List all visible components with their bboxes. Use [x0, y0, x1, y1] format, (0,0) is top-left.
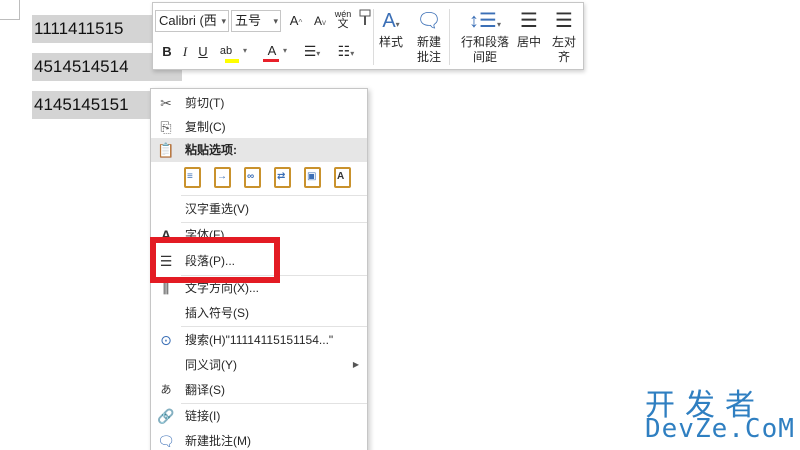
scissors-icon: ✂	[160, 95, 172, 111]
menu-item-label: 同义词(Y)	[185, 358, 237, 372]
menu-item-new-comment[interactable]: 🗨 新建批注(M)	[151, 429, 367, 450]
paste-keep-text-only-icon[interactable]: A	[331, 165, 355, 191]
search-icon: ⊙	[160, 332, 172, 348]
font-color-icon: A	[267, 43, 277, 58]
toolbar-divider	[449, 9, 450, 65]
italic-button[interactable]: I	[177, 42, 193, 64]
menu-item-label: 插入符号(S)	[185, 306, 249, 320]
align-left-label-2: 齐	[557, 50, 570, 64]
chevron-down-icon: ▾	[316, 49, 321, 58]
highlight-icon: ab	[219, 45, 233, 57]
styles-label: 样式	[378, 35, 403, 49]
align-left-label-1: 左对	[551, 35, 576, 49]
menu-item-translate[interactable]: あ 翻译(S)	[151, 378, 367, 402]
format-painter-icon[interactable]	[355, 9, 375, 31]
menu-item-label: 剪切(T)	[185, 96, 225, 110]
new-comment-label-1: 新建	[416, 35, 441, 49]
line-spacing-button[interactable]: ↕☰▾ 行和段落 间距	[453, 7, 517, 65]
numbering-icon: ☷	[337, 43, 351, 59]
font-name-value: Calibri (西	[159, 13, 217, 28]
highlight-color-bar	[225, 59, 239, 63]
page-corner-mark	[0, 0, 20, 20]
paste-merge-formatting-icon[interactable]: →	[211, 165, 235, 191]
paste-link-keep-source-icon[interactable]: ∞	[241, 165, 265, 191]
bullets-icon: ☰	[303, 43, 317, 59]
menu-item-synonyms[interactable]: 同义词(Y) ▶	[151, 353, 367, 377]
center-align-button[interactable]: ☰ 居中	[513, 7, 545, 50]
font-color-button[interactable]: A ▾	[259, 41, 288, 63]
underline-button[interactable]: U	[195, 42, 211, 64]
caret-down-icon: v	[322, 18, 326, 27]
left-align-button[interactable]: ☰ 左对 齐	[547, 7, 581, 65]
chevron-down-icon: ▾	[273, 16, 278, 26]
watermark-english: DevZe.CoM	[645, 414, 795, 444]
phonetic-guide-button[interactable]: wén 文	[333, 9, 353, 31]
numbering-button[interactable]: ☷▾	[333, 41, 359, 63]
highlight-color-button[interactable]: ab ▾	[213, 41, 247, 63]
chevron-down-icon: ▾	[243, 46, 248, 55]
paste-options-label: 粘贴选项:	[185, 143, 237, 157]
copy-icon: ⎘	[160, 119, 172, 135]
grow-font-button[interactable]: A^	[287, 11, 305, 33]
menu-item-label: 汉字重选(V)	[185, 202, 249, 216]
chevron-down-icon: ▾	[350, 49, 355, 58]
chevron-right-icon: ▶	[352, 360, 359, 369]
menu-item-cut[interactable]: ✂ 剪切(T)	[151, 91, 367, 115]
paste-picture-icon[interactable]: ▣	[301, 165, 325, 191]
mini-toolbar: Calibri (西 ▾ 五号 ▾ A^ Av wén 文 B I U ab ▾…	[152, 2, 584, 70]
styles-button[interactable]: A▾ 样式	[375, 7, 407, 50]
menu-item-label: 新建批注(M)	[185, 434, 251, 448]
menu-item-insert-symbol[interactable]: 插入符号(S)	[151, 301, 367, 325]
line-spacing-label-2: 间距	[472, 50, 497, 64]
line-spacing-icon: ↕☰▾	[469, 10, 501, 32]
chevron-down-icon: ▾	[221, 16, 226, 26]
styles-icon: A▾	[382, 10, 400, 32]
menu-item-label: 复制(C)	[185, 120, 226, 134]
paste-keep-source-formatting-icon[interactable]: ≡	[181, 165, 205, 191]
menu-item-copy[interactable]: ⎘ 复制(C)	[151, 115, 367, 139]
bold-button[interactable]: B	[159, 42, 175, 64]
font-name-select[interactable]: Calibri (西 ▾	[155, 10, 229, 32]
caret-up-icon: ^	[298, 18, 303, 27]
new-comment-label-2: 批注	[416, 50, 441, 64]
link-icon: 🔗	[157, 408, 175, 424]
clipboard-icon: 📋	[157, 142, 175, 158]
menu-divider	[181, 326, 367, 327]
new-comment-button[interactable]: 🗨 新建 批注	[413, 7, 445, 65]
toolbar-divider	[373, 9, 374, 65]
menu-item-label: 翻译(S)	[185, 383, 225, 397]
bullets-button[interactable]: ☰▾	[299, 41, 325, 63]
menu-item-label: 搜索(H)"11114115151154..."	[185, 333, 334, 347]
align-center-icon: ☰	[520, 10, 538, 32]
align-left-icon: ☰	[555, 10, 573, 32]
menu-item-search[interactable]: ⊙ 搜索(H)"11114115151154..."	[151, 328, 367, 352]
font-size-select[interactable]: 五号 ▾	[231, 10, 281, 32]
shrink-font-button[interactable]: Av	[311, 11, 329, 33]
new-comment-icon: 🗨	[416, 10, 442, 32]
document-line-1[interactable]: 1111411515	[32, 15, 152, 43]
line-spacing-label-1: 行和段落	[460, 35, 509, 49]
new-comment-icon: 🗨	[157, 433, 175, 449]
annotation-highlight-box	[150, 237, 280, 283]
font-color-bar	[263, 59, 279, 62]
menu-item-label: 链接(I)	[185, 409, 221, 423]
font-size-value: 五号	[235, 13, 262, 28]
paste-link-merge-icon[interactable]: ⇄	[271, 165, 295, 191]
shrink-font-icon: A	[313, 14, 322, 28]
center-label: 居中	[516, 35, 541, 49]
translate-icon: あ	[160, 384, 172, 396]
paste-options-header: 📋 粘贴选项:	[151, 138, 367, 162]
menu-item-reselect-chinese[interactable]: 汉字重选(V)	[151, 197, 367, 221]
menu-item-link[interactable]: 🔗 链接(I)	[151, 404, 367, 428]
menu-divider	[181, 195, 367, 196]
phonetic-bottom: 文	[337, 18, 349, 30]
chevron-down-icon: ▾	[283, 46, 288, 55]
